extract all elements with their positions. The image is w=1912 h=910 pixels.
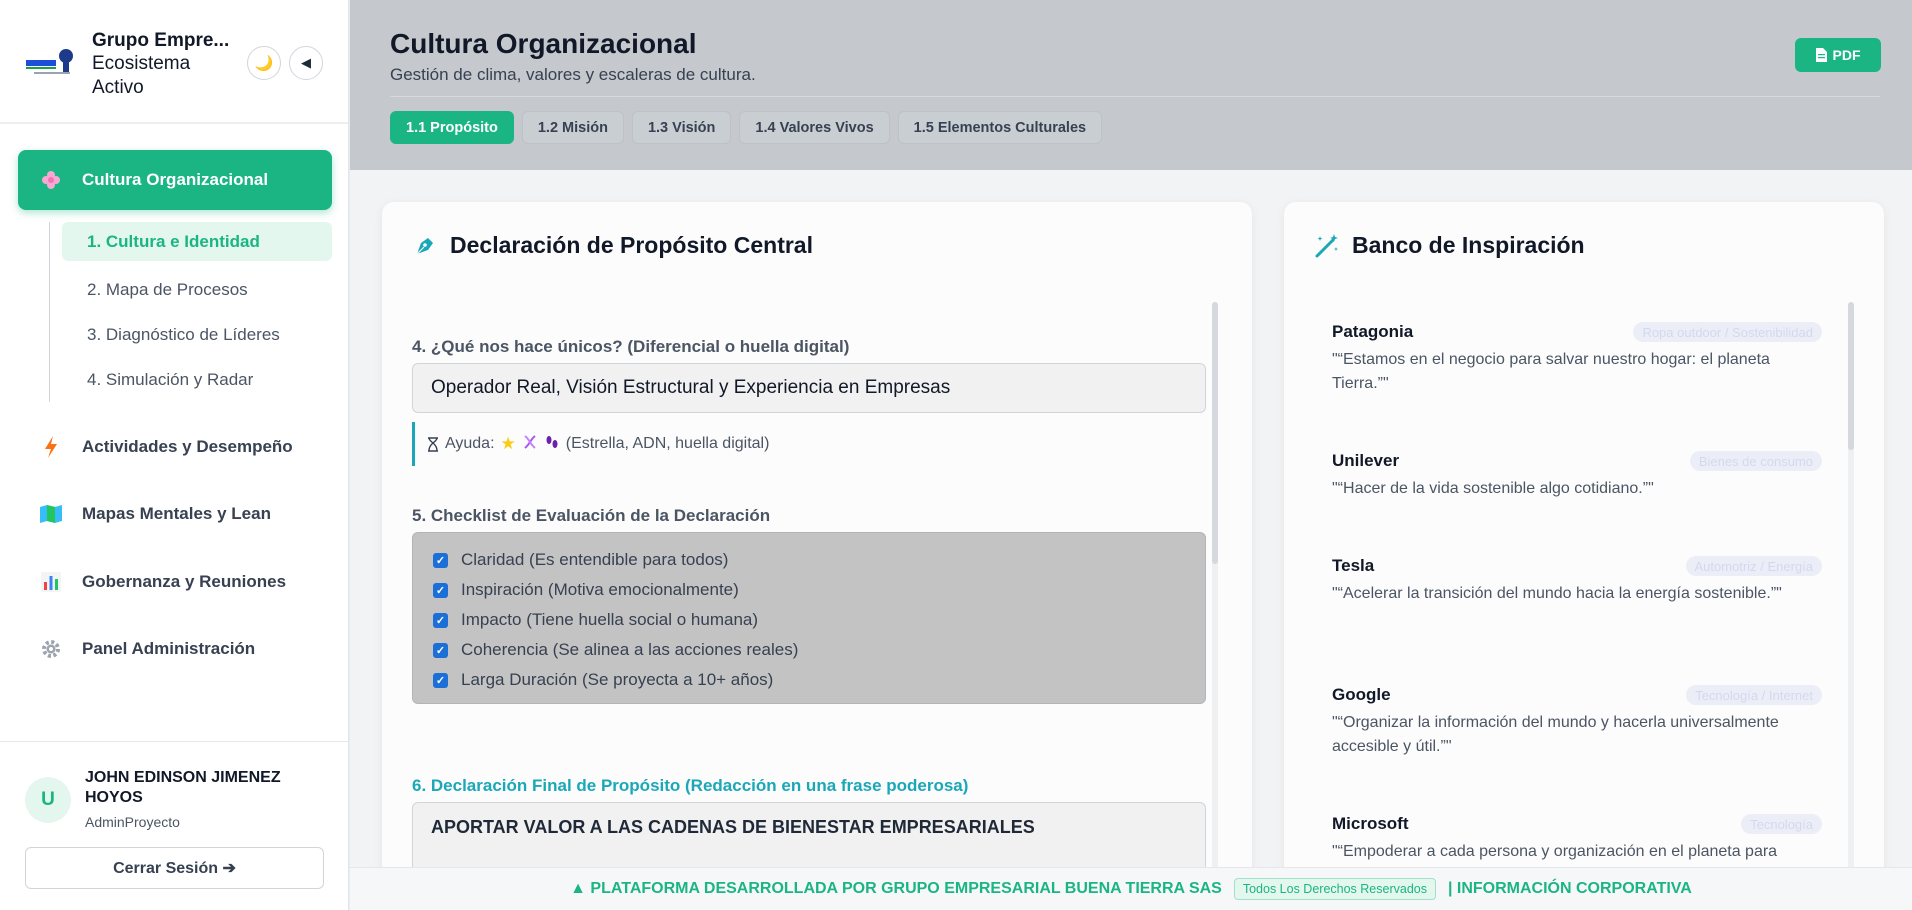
pdf-label: PDF: [1832, 47, 1861, 63]
purpose-quote: "“Hacer de la vida sostenible algo cotid…: [1332, 480, 1654, 497]
checkbox-checked-icon[interactable]: ✓: [433, 552, 448, 568]
nav-item-label: Cultura Organizacional: [82, 170, 269, 189]
evaluation-checklist: ✓ Claridad (Es entendible para todos) ✓ In…: [412, 532, 1206, 704]
magic-wand-icon: [1314, 233, 1340, 259]
purpose-quote: "“Estamos en el negocio para salvar nues…: [1332, 351, 1770, 392]
purpose-quote: "“Acelerar la transición del mundo hacia…: [1332, 585, 1782, 602]
subnav-item-mapa-procesos[interactable]: 2. Mapa de Procesos: [50, 267, 332, 312]
scroll-thumb[interactable]: [1848, 302, 1854, 450]
checkbox-checked-icon[interactable]: ✓: [433, 612, 448, 628]
logout-button[interactable]: Cerrar Sesión ➔: [25, 847, 324, 889]
nav-item-label: Panel Administración: [82, 639, 256, 658]
footer-text: ▲ PLATAFORMA DESARROLLADA POR GRUPO EMPR…: [570, 880, 1222, 897]
nav-item-cultura-organizacional[interactable]: Cultura Organizacional: [18, 150, 332, 210]
nav-item-actividades[interactable]: Actividades y Desempeño: [18, 423, 332, 471]
checklist-item[interactable]: ✓ Larga Duración (Se proyecta a 10+ años): [433, 665, 1185, 695]
industry-tag: Tecnología / Internet: [1686, 685, 1822, 705]
nav-item-label: Gobernanza y Reuniones: [82, 572, 287, 591]
fountain-pen-icon: [412, 233, 438, 259]
industry-tag: Automotriz / Energía: [1685, 556, 1822, 576]
q6-label: 6. Declaración Final de Propósito (Redac…: [412, 776, 969, 795]
checklist-item[interactable]: ✓ Impacto (Tiene huella social o humana): [433, 605, 1185, 635]
tab-proposito[interactable]: 1.1 Propósito: [390, 111, 514, 144]
inspiration-item: Google Tecnología / Internet "“Organizar…: [1332, 685, 1822, 759]
avatar: U: [25, 777, 71, 823]
tab-bar: 1.1 Propósito 1.2 Misión 1.3 Visión 1.4 …: [390, 111, 1103, 144]
moon-icon: 🌙: [254, 55, 274, 72]
collapse-sidebar-button[interactable]: ◀: [289, 46, 323, 80]
dna-icon: [522, 434, 538, 455]
document-icon: [1815, 48, 1827, 62]
q5-label: 5. Checklist de Evaluación de la Declara…: [412, 506, 771, 525]
inspiration-card-title: Banco de Inspiración: [1314, 232, 1585, 259]
inspiration-item: Microsoft Tecnología "“Empoderar a cada …: [1332, 814, 1822, 864]
nav-item-panel-admin[interactable]: Panel Administración: [18, 625, 332, 673]
inspiration-item: Patagonia Ropa outdoor / Sostenibilidad …: [1332, 322, 1822, 396]
company-logo: [26, 49, 73, 74]
user-role: AdminProyecto: [85, 814, 180, 830]
subnav-item-simulacion-radar[interactable]: 4. Simulación y Radar: [50, 357, 332, 402]
tab-mision[interactable]: 1.2 Misión: [521, 111, 624, 144]
subnav-item-diagnostico-lideres[interactable]: 3. Diagnóstico de Líderes: [50, 312, 332, 357]
pdf-export-button[interactable]: PDF: [1795, 38, 1881, 72]
star-icon: ★: [500, 434, 516, 453]
chevron-left-icon: ◀: [301, 55, 311, 70]
purpose-quote: "“Organizar la información del mundo y h…: [1332, 714, 1779, 755]
industry-tag: Bienes de consumo: [1689, 451, 1822, 471]
q4-label: 4. ¿Qué nos hace únicos? (Diferencial o …: [412, 337, 850, 356]
gear-icon: [40, 638, 62, 660]
nav-item-gobernanza[interactable]: Gobernanza y Reuniones: [18, 558, 332, 606]
checklist-item[interactable]: ✓ Coherencia (Se alinea a las acciones re…: [433, 635, 1185, 665]
flower-icon: [40, 169, 62, 191]
checkbox-checked-icon[interactable]: ✓: [433, 672, 448, 688]
purpose-quote: "“Empoderar a cada persona y organizació…: [1332, 843, 1778, 860]
brand-title: Grupo Empre...: [92, 30, 230, 51]
purpose-scrollbar[interactable]: [1212, 302, 1218, 902]
user-name: JOHN EDINSON JIMENEZ HOYOS: [85, 769, 281, 806]
scroll-thumb[interactable]: [1212, 302, 1218, 564]
inspiration-item: Unilever Bienes de consumo "“Hacer de la…: [1332, 451, 1822, 501]
checkbox-checked-icon[interactable]: ✓: [433, 642, 448, 658]
help-text: (Estrella, ADN, huella digital): [565, 435, 770, 452]
tab-valores-vivos[interactable]: 1.4 Valores Vivos: [739, 111, 890, 144]
inspiration-scrollbar[interactable]: [1848, 302, 1854, 902]
page-header: Cultura Organizacional Gestión de clima,…: [350, 0, 1912, 170]
q4-input[interactable]: Operador Real, Visión Estructural y Expe…: [412, 363, 1206, 413]
subnav: 1. Cultura e Identidad 2. Mapa de Proces…: [49, 222, 332, 402]
page-footer: ▲ PLATAFORMA DESARROLLADA POR GRUPO EMPR…: [350, 867, 1912, 910]
corporate-info-link[interactable]: | INFORMACIÓN CORPORATIVA: [1448, 880, 1692, 898]
lightning-icon: [40, 436, 62, 458]
checklist-item[interactable]: ✓ Inspiración (Motiva emocionalmente): [433, 575, 1185, 605]
help-hint: Ayuda: ★ (Estrella, ADN, huella digital): [412, 422, 769, 466]
page-title: Cultura Organizacional: [390, 28, 697, 59]
checklist-item[interactable]: ✓ Claridad (Es entendible para todos): [433, 545, 1185, 575]
theme-toggle-button[interactable]: 🌙: [247, 46, 281, 80]
help-prefix: Ayuda:: [445, 435, 495, 452]
inspiration-item: Tesla Automotriz / Energía "“Acelerar la…: [1332, 556, 1822, 606]
tab-elementos-culturales[interactable]: 1.5 Elementos Culturales: [897, 111, 1103, 144]
hourglass-icon: [428, 436, 438, 452]
sidebar: Grupo Empre... Ecosistema Activo 🌙 ◀ Cul…: [0, 0, 349, 910]
header-divider: [390, 96, 1880, 97]
inspiration-card: Banco de Inspiración Patagonia Ropa outd…: [1284, 202, 1884, 902]
user-panel: U JOHN EDINSON JIMENEZ HOYOS AdminProyec…: [0, 741, 348, 910]
nav-item-label: Actividades y Desempeño: [82, 437, 293, 456]
purpose-card: Declaración de Propósito Central 4. ¿Qué…: [382, 202, 1252, 902]
checkbox-checked-icon[interactable]: ✓: [433, 582, 448, 598]
purpose-card-title: Declaración de Propósito Central: [412, 232, 813, 259]
bar-chart-icon: [40, 571, 62, 593]
copyright-badge: Todos Los Derechos Reservados: [1233, 878, 1436, 900]
nav-item-label: Mapas Mentales y Lean: [82, 504, 271, 523]
tab-vision[interactable]: 1.3 Visión: [631, 111, 732, 144]
nav-item-mapas-mentales[interactable]: Mapas Mentales y Lean: [18, 490, 332, 538]
subnav-item-cultura-identidad[interactable]: 1. Cultura e Identidad: [62, 222, 332, 261]
main-content: Declaración de Propósito Central 4. ¿Qué…: [350, 170, 1912, 902]
industry-tag: Tecnología: [1741, 814, 1822, 834]
page-subtitle: Gestión de clima, valores y escaleras de…: [390, 65, 756, 84]
brand-subtitle: Ecosistema Activo: [92, 53, 191, 98]
map-icon: [40, 503, 62, 525]
brand-header: Grupo Empre... Ecosistema Activo 🌙 ◀: [0, 0, 348, 124]
footprints-icon: [544, 434, 560, 455]
industry-tag: Ropa outdoor / Sostenibilidad: [1633, 322, 1822, 342]
